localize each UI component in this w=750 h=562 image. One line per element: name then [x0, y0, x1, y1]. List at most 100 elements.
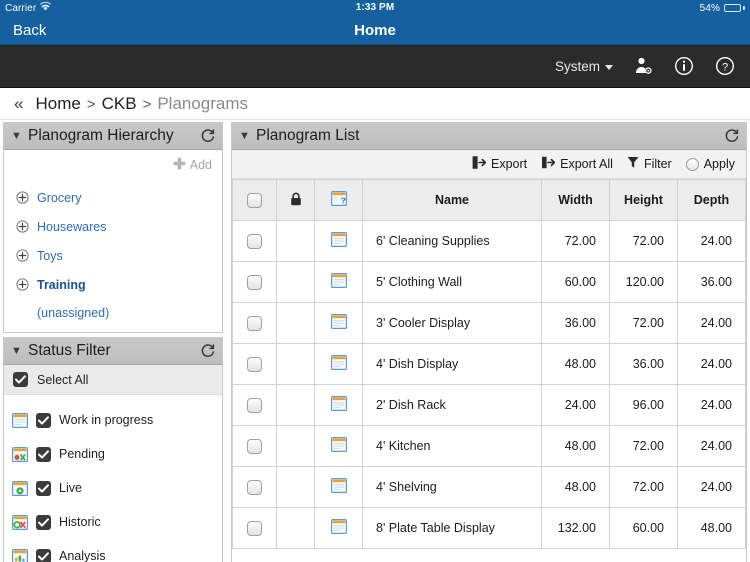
refresh-icon[interactable]: [725, 129, 739, 143]
row-checkbox[interactable]: [247, 438, 262, 454]
user-settings-icon[interactable]: [632, 55, 654, 77]
checkbox-checked-icon[interactable]: [36, 514, 51, 530]
expand-plus-icon[interactable]: [16, 191, 29, 204]
breadcrumb-item-home[interactable]: Home: [35, 94, 80, 114]
expand-plus-icon[interactable]: [16, 220, 29, 233]
row-checkbox-cell[interactable]: [232, 466, 277, 508]
planogram-table-wrapper[interactable]: ? Name Width Height Depth 6' Cleaning Su…: [232, 179, 746, 562]
row-checkbox-cell[interactable]: [232, 220, 277, 262]
row-checkbox[interactable]: [247, 356, 262, 372]
select-all-row[interactable]: Select All: [4, 365, 222, 395]
row-checkbox-cell[interactable]: [232, 384, 277, 426]
row-name-cell[interactable]: 4' Shelving: [362, 466, 542, 508]
table-row[interactable]: 6' Cleaning Supplies 72.00 72.00 24.00: [232, 220, 746, 262]
status-filter-item-pending[interactable]: Pending: [4, 437, 222, 471]
checkbox-checked-icon[interactable]: [36, 412, 51, 428]
row-name-cell[interactable]: 6' Cleaning Supplies: [362, 220, 542, 262]
row-status-cell: [314, 220, 363, 262]
chevron-down-icon[interactable]: ▼: [239, 130, 250, 142]
row-checkbox-cell[interactable]: [232, 302, 277, 344]
column-header-width[interactable]: Width: [541, 179, 610, 221]
table-row[interactable]: 4' Kitchen 48.00 72.00 24.00: [232, 425, 746, 467]
system-menu-button[interactable]: System: [555, 59, 613, 74]
export-all-button[interactable]: Export All: [541, 156, 613, 172]
refresh-icon[interactable]: [201, 344, 215, 358]
row-name-cell[interactable]: 2' Dish Rack: [362, 384, 542, 426]
row-checkbox[interactable]: [247, 233, 262, 249]
column-header-status[interactable]: ?: [314, 179, 363, 221]
chevron-down-icon[interactable]: ▼: [11, 130, 22, 142]
tree-node-toys[interactable]: Toys: [16, 241, 222, 270]
row-status-cell: [314, 425, 363, 467]
checkbox-checked-icon[interactable]: [36, 446, 51, 462]
expand-plus-icon[interactable]: [16, 249, 29, 262]
hierarchy-panel-header: ▼ Planogram Hierarchy: [4, 123, 222, 150]
row-checkbox[interactable]: [247, 479, 262, 495]
chevron-down-icon[interactable]: ▼: [11, 345, 22, 357]
row-lock-cell: [276, 302, 315, 344]
row-width-cell: 132.00: [541, 507, 610, 549]
app-toolbar: System ?: [0, 45, 750, 88]
hierarchy-tree: Grocery Housewares Toys Training (unassi…: [4, 179, 222, 327]
row-name-cell[interactable]: 3' Cooler Display: [362, 302, 542, 344]
row-checkbox[interactable]: [247, 520, 262, 536]
row-name-cell[interactable]: 4' Kitchen: [362, 425, 542, 467]
select-all-checkbox[interactable]: [247, 192, 262, 208]
column-header-name[interactable]: Name: [362, 179, 542, 221]
status-filter-item-analysis[interactable]: Analysis: [4, 539, 222, 562]
tree-node-housewares[interactable]: Housewares: [16, 212, 222, 241]
status-filter-item-live[interactable]: Live: [4, 471, 222, 505]
column-header-depth[interactable]: Depth: [677, 179, 746, 221]
info-icon[interactable]: [673, 55, 695, 77]
row-checkbox-cell[interactable]: [232, 425, 277, 467]
row-lock-cell: [276, 384, 315, 426]
column-header-select-all[interactable]: [232, 179, 277, 221]
table-row[interactable]: 2' Dish Rack 24.00 96.00 24.00: [232, 384, 746, 426]
table-row[interactable]: 3' Cooler Display 36.00 72.00 24.00: [232, 302, 746, 344]
row-lock-cell: [276, 261, 315, 303]
table-row[interactable]: 4' Shelving 48.00 72.00 24.00: [232, 466, 746, 508]
checkbox-checked-icon[interactable]: [13, 372, 28, 387]
row-name-cell[interactable]: 5' Clothing Wall: [362, 261, 542, 303]
table-row[interactable]: 4' Dish Display 48.00 36.00 24.00: [232, 343, 746, 385]
export-button[interactable]: Export: [472, 156, 527, 172]
row-checkbox-cell[interactable]: [232, 261, 277, 303]
planogram-hierarchy-panel: ▼ Planogram Hierarchy ✚ Add Grocery Hous…: [3, 122, 223, 333]
filter-button[interactable]: Filter: [627, 156, 672, 172]
checkbox-checked-icon[interactable]: [36, 480, 51, 496]
row-depth-cell: 36.00: [677, 261, 746, 303]
double-chevron-left-icon[interactable]: «: [14, 95, 23, 112]
checkbox-checked-icon[interactable]: [36, 548, 51, 562]
apply-button[interactable]: Apply: [685, 157, 735, 171]
tree-node-label: Grocery: [37, 190, 82, 205]
plus-icon[interactable]: ✚: [173, 157, 186, 172]
row-checkbox[interactable]: [247, 397, 262, 413]
table-body: 6' Cleaning Supplies 72.00 72.00 24.00 5' Cl…: [232, 220, 746, 549]
planogram-status-icon: ?: [330, 191, 347, 209]
expand-plus-icon[interactable]: [16, 278, 29, 291]
row-depth-cell: 24.00: [677, 425, 746, 467]
row-name-cell[interactable]: 4' Dish Display: [362, 343, 542, 385]
breadcrumb-item-ckb[interactable]: CKB: [102, 94, 137, 114]
table-row[interactable]: 8' Plate Table Display 132.00 60.00 48.00: [232, 507, 746, 549]
tree-node-unassigned[interactable]: (unassigned): [16, 299, 222, 327]
radio-empty-icon[interactable]: [685, 157, 699, 171]
status-filter-item-work-in-progress[interactable]: Work in progress: [4, 403, 222, 437]
row-checkbox[interactable]: [247, 274, 262, 290]
tree-node-grocery[interactable]: Grocery: [16, 183, 222, 212]
tree-node-training[interactable]: Training: [16, 270, 222, 299]
column-header-height[interactable]: Height: [609, 179, 678, 221]
help-icon[interactable]: ?: [714, 55, 736, 77]
planogram-wip-icon: [330, 355, 347, 373]
refresh-icon[interactable]: [201, 129, 215, 143]
row-name-cell[interactable]: 8' Plate Table Display: [362, 507, 542, 549]
table-header-row: ? Name Width Height Depth: [232, 179, 746, 221]
row-checkbox[interactable]: [247, 315, 262, 331]
status-filter-label: Live: [59, 481, 82, 495]
row-checkbox-cell[interactable]: [232, 343, 277, 385]
row-checkbox-cell[interactable]: [232, 507, 277, 549]
column-header-lock[interactable]: [276, 179, 315, 221]
status-filter-item-historic[interactable]: Historic: [4, 505, 222, 539]
table-row[interactable]: 5' Clothing Wall 60.00 120.00 36.00: [232, 261, 746, 303]
add-button[interactable]: Add: [190, 158, 212, 172]
